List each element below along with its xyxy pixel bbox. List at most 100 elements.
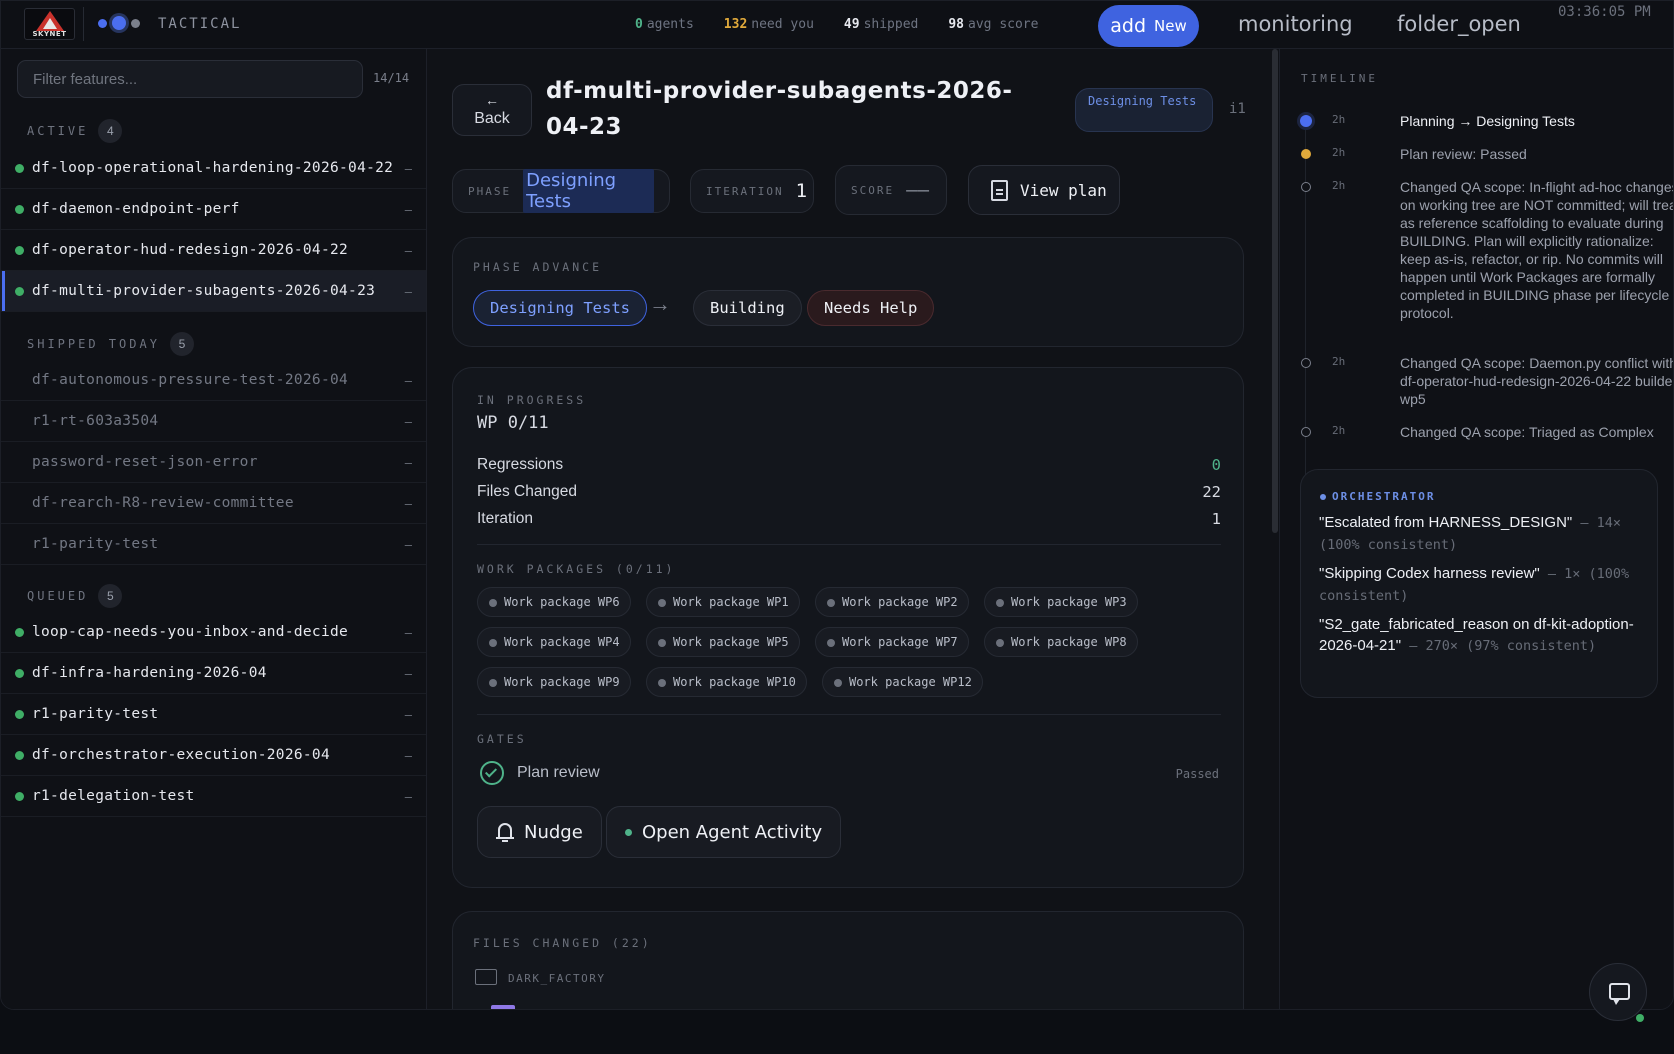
- event-text: Changed QA scope: Daemon.py conflict wit…: [1400, 355, 1674, 407]
- feature-count: 14/14: [373, 71, 410, 85]
- feature-dash: –: [404, 747, 412, 763]
- work-package-chip[interactable]: Work package WP4: [477, 627, 631, 657]
- status-dot-icon: [15, 163, 24, 173]
- new-label: New: [1154, 17, 1187, 35]
- progress-card: IN PROGRESS WP 0/11 Regressions 0 Files C…: [452, 367, 1244, 888]
- phase-advance-card: PHASE ADVANCE Designing Tests → Building…: [452, 237, 1244, 347]
- work-package-chip[interactable]: Work package WP1: [646, 587, 800, 617]
- feature-name: df-daemon-endpoint-perf: [32, 201, 240, 217]
- feature-name: r1-parity-test: [32, 706, 159, 722]
- feature-dash: –: [404, 283, 412, 299]
- open-agent-activity-button[interactable]: Open Agent Activity: [606, 806, 842, 858]
- mode-label: TACTICAL: [158, 16, 242, 32]
- feature-item[interactable]: r1-rt-603a3504 –: [1, 401, 426, 442]
- work-package-chip[interactable]: Work package WP12: [822, 667, 983, 697]
- feature-name: df-operator-hud-redesign-2026-04-22: [32, 242, 349, 258]
- folder-icon: [475, 969, 497, 985]
- feature-item[interactable]: r1-parity-test –: [1, 524, 426, 565]
- section-queued: QUEUED 5: [27, 584, 123, 608]
- event-text: Planning → Designing Tests: [1400, 113, 1575, 129]
- feature-name: df-rearch-R8-review-committee: [32, 495, 294, 511]
- document-icon: [991, 179, 1008, 201]
- divider: [477, 544, 1221, 545]
- nudge-button[interactable]: Nudge: [477, 806, 602, 858]
- event-time: 2h: [1332, 179, 1346, 192]
- status-dot-icon: [15, 750, 24, 760]
- arrow-right-icon: →: [649, 291, 671, 316]
- work-package-chip[interactable]: Work package WP5: [646, 627, 800, 657]
- filter-features-input[interactable]: [17, 60, 363, 98]
- feature-item[interactable]: r1-delegation-test –: [1, 776, 426, 817]
- feature-name: df-multi-provider-subagents-2026-04-23: [32, 283, 376, 299]
- feature-item[interactable]: df-loop-operational-hardening-2026-04-22…: [1, 148, 426, 189]
- folder-name[interactable]: DARK_FACTORY: [508, 972, 605, 985]
- event-time: 2h: [1332, 113, 1346, 126]
- mode-dot-icon[interactable]: [131, 18, 140, 28]
- mode-toggle[interactable]: [98, 16, 140, 30]
- feature-sidebar: 14/14 ACTIVE 4 df-loop-operational-harde…: [1, 49, 427, 1009]
- feature-dash: –: [404, 160, 412, 176]
- feature-item[interactable]: df-operator-hud-redesign-2026-04-22 –: [1, 230, 426, 271]
- feature-dash: –: [404, 372, 412, 388]
- feature-name: r1-delegation-test: [32, 788, 195, 804]
- timeline-dot-icon: [1301, 182, 1311, 192]
- feature-item[interactable]: df-autonomous-pressure-test-2026-04 –: [1, 360, 426, 401]
- work-package-chip[interactable]: Work package WP8: [984, 627, 1138, 657]
- feature-item[interactable]: df-infra-hardening-2026-04 –: [1, 653, 426, 694]
- chat-status-dot-icon: [1636, 1014, 1644, 1022]
- view-plan-button[interactable]: View plan: [968, 165, 1120, 215]
- mode-dot-active-icon[interactable]: [112, 16, 126, 30]
- advance-building-button[interactable]: Building: [693, 290, 802, 326]
- needs-help-button[interactable]: Needs Help: [807, 290, 935, 326]
- feature-item[interactable]: loop-cap-needs-you-inbox-and-decide –: [1, 612, 426, 653]
- feature-item[interactable]: df-orchestrator-execution-2026-04 –: [1, 735, 426, 776]
- work-package-chip[interactable]: Work package WP10: [646, 667, 807, 697]
- status-dot-icon: [15, 791, 24, 801]
- work-package-chip[interactable]: Work package WP3: [984, 587, 1138, 617]
- new-feature-button[interactable]: add New: [1098, 5, 1199, 47]
- feature-name: loop-cap-needs-you-inbox-and-decide: [32, 624, 349, 640]
- event-time: 2h: [1332, 355, 1346, 368]
- work-package-chip[interactable]: Work package WP9: [477, 667, 631, 697]
- feature-name: r1-parity-test: [32, 536, 159, 552]
- mode-dot-icon[interactable]: [98, 18, 107, 28]
- count-badge: 5: [169, 332, 194, 356]
- chat-button[interactable]: [1589, 963, 1647, 1021]
- folder-open-icon[interactable]: folder_open: [1397, 12, 1521, 36]
- work-package-chip[interactable]: Work package WP2: [815, 587, 969, 617]
- back-button[interactable]: ← Back: [452, 84, 532, 136]
- pattern-quote: "Skipping Codex harness review": [1319, 565, 1540, 582]
- feature-name: df-autonomous-pressure-test-2026-04: [32, 372, 349, 388]
- feature-item[interactable]: df-daemon-endpoint-perf –: [1, 189, 426, 230]
- feature-item[interactable]: password-reset-json-error –: [1, 442, 426, 483]
- divider: [477, 714, 1221, 715]
- work-package-chip[interactable]: Work package WP7: [815, 627, 969, 657]
- center-scrollbar[interactable]: [1272, 49, 1278, 533]
- metric-label: Files Changed: [477, 483, 577, 500]
- status-dot-icon: [15, 204, 24, 214]
- event-text: Changed QA scope: In-flight ad-hoc chang…: [1400, 179, 1674, 321]
- divider: [83, 7, 84, 41]
- iteration-key: ITERATION: [706, 184, 784, 198]
- orchestrator-caption: ORCHESTRATOR: [1320, 490, 1435, 503]
- app-window: SKYNET TACTICAL 0 agents 132 need you 49 sh…: [0, 0, 1674, 1010]
- monitoring-icon[interactable]: monitoring: [1238, 12, 1353, 36]
- section-label: QUEUED: [27, 589, 89, 603]
- chat-icon: [1609, 983, 1630, 1005]
- feature-item[interactable]: df-rearch-R8-review-committee –: [1, 483, 426, 524]
- feature-dash: –: [404, 788, 412, 804]
- skynet-logo[interactable]: SKYNET: [24, 8, 75, 40]
- files-changed-card: FILES CHANGED (22) DARK_FACTORY: [452, 911, 1244, 1009]
- timeline-dot-icon: [1301, 358, 1311, 368]
- work-package-chip[interactable]: Work package WP6: [477, 587, 631, 617]
- phase-current-button[interactable]: Designing Tests: [473, 290, 647, 326]
- feature-item[interactable]: r1-parity-test –: [1, 694, 426, 735]
- score-key: SCORE: [851, 183, 895, 197]
- stat-shipped: 49 shipped: [843, 17, 919, 32]
- status-dot-icon: [15, 245, 24, 255]
- stats-bar: 0 agents 132 need you 49 shipped 98 avg scor…: [635, 17, 1038, 32]
- file-icon: [491, 1005, 515, 1009]
- activity-dot-icon: [625, 828, 632, 836]
- feature-item-selected[interactable]: df-multi-provider-subagents-2026-04-23 –: [1, 271, 426, 312]
- metric-value: 0: [1211, 456, 1221, 474]
